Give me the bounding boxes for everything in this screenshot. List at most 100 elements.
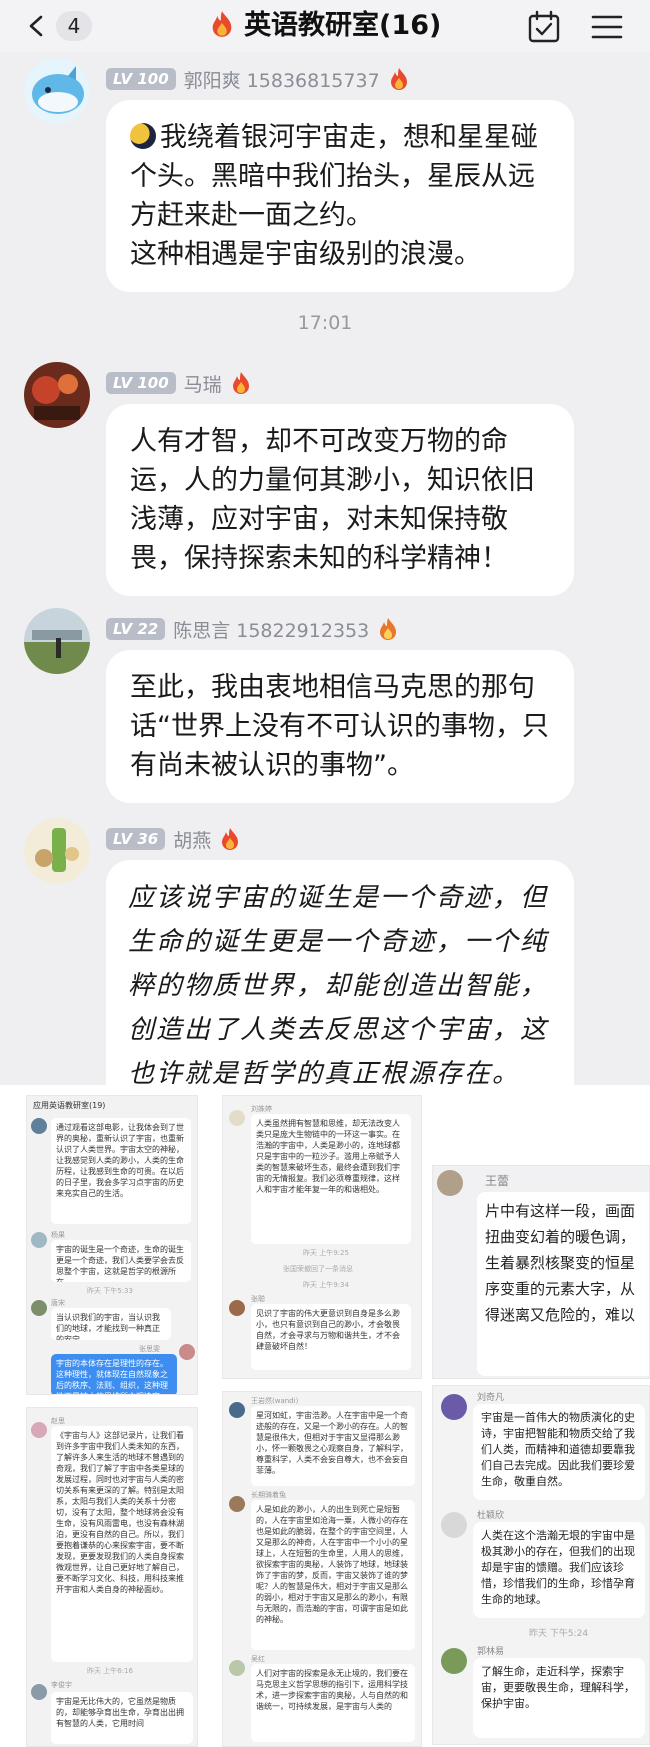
message-text: 至此，我由衷地相信马克思的那句话“世界上没有不可认识的事物，只有尚未被认识的事物…	[130, 672, 549, 781]
big-sender-name: 刘奇凡	[477, 1393, 505, 1403]
message-text: 我绕着银河宇宙走，想和星星碰个头。黑暗中我们抬头，星辰从远方赶来赴一面之约。 这…	[130, 122, 538, 270]
mini-sender-name: 长期骑着兔	[251, 1491, 286, 1499]
mini-bubble: 人类虽然拥有智慧和思维，却无法改变人类只是庞大生物链中的一环这一事实。在浩瀚的宇…	[251, 1114, 411, 1244]
menu-icon[interactable]	[590, 10, 624, 44]
sender-meta: LV 100 马瑞	[106, 370, 252, 396]
avatar	[179, 1344, 195, 1360]
avatar[interactable]	[24, 608, 90, 674]
big-sender-name: 王蕾	[485, 1174, 510, 1188]
big-sender-name: 杜颖欣	[477, 1511, 505, 1521]
flame-icon	[232, 372, 249, 394]
landscape-avatar-icon	[24, 608, 90, 674]
mini-sender-name: 杨果	[51, 1231, 65, 1239]
avatar	[31, 1118, 47, 1134]
screenshot-image[interactable]: 应用英语教研室(19) 通过观看这部电影，让我体会到了世界的奥秘，重新认识了宇宙…	[26, 1095, 198, 1395]
screenshot-image[interactable]: 赵思 《宇宙与人》这部记录片，让我们看到许多宇宙中我们人类未知的东西，了解许多人…	[26, 1407, 198, 1747]
flame-icon	[212, 11, 231, 37]
chevron-left-icon	[29, 15, 43, 37]
mini-bubble: 通过观看这部电影，让我体会到了世界的奥秘，重新认识了宇宙，也重新认识了人类世界。…	[51, 1118, 191, 1224]
mini-bubble: 人是如此的渺小，人的出生到死亡是短暂的，人在宇宙里如沧海一粟，人微小的存在也是如…	[251, 1500, 415, 1650]
flame-icon	[390, 68, 407, 90]
message-item: LV 100 郭阳爽 15836815737 我绕着银河宇宙走，想和星星碰个头。…	[0, 58, 650, 292]
sender-name[interactable]: 胡燕	[173, 826, 211, 853]
unread-count-badge: 4	[56, 11, 92, 41]
screenshot-image[interactable]: 刘奇凡 宇宙是一首伟大的物质演化的史诗，宇宙把智能和物质交给了我们人类，而精神和…	[432, 1385, 650, 1745]
mini-timestamp: 昨天 下午5:24	[529, 1629, 589, 1639]
plant-avatar-icon	[24, 818, 90, 884]
avatar	[229, 1496, 245, 1512]
mini-sender-name: 刘姝婷	[251, 1105, 272, 1113]
message-bubble[interactable]: 应该说宇宙的诞生是一个奇迹，但生命的诞生更是一个奇迹，一个纯粹的物质世界，却能创…	[106, 860, 574, 1112]
mini-bubble: 见识了宇宙的伟大更意识到自身是多么渺小，也只有意识到自己的渺小，才会敬畏自然，才…	[251, 1304, 411, 1370]
level-badge: LV 100	[106, 372, 176, 394]
big-bubble: 人类在这个浩瀚无垠的宇宙中是极其渺小的存在，但我们的出现却是宇宙的馈赠。我们应该…	[473, 1522, 645, 1618]
back-button[interactable]: 4	[26, 10, 98, 42]
mini-timestamp: 昨天 上午6:16	[87, 1667, 133, 1675]
mini-sender-name: 张聪	[251, 1295, 265, 1303]
avatar	[31, 1422, 47, 1438]
mini-sender-name: 张思雯	[139, 1345, 160, 1353]
mini-bubble: 当认识我们的宇宙，当认识我们的地球，才能找到一种真正的安宁。	[51, 1308, 171, 1340]
flower-avatar-icon	[24, 362, 90, 428]
big-bubble: 片中有这样一段，画面扭曲变幻着的暖色调，生着暴烈核聚变的恒星序变重的元素大字，从…	[477, 1192, 649, 1376]
sender-meta: LV 22 陈思言 15822912353	[106, 616, 399, 642]
dolphin-avatar-icon	[24, 58, 90, 124]
avatar	[229, 1660, 245, 1676]
mini-bubble: 宇宙的诞生是一个奇迹，生命的诞生更是一个奇迹，我们人类要学会去反思整个宇宙，这就…	[51, 1240, 191, 1282]
sender-meta: LV 36 胡燕	[106, 826, 241, 852]
avatar	[31, 1232, 47, 1248]
mini-bubble: 人们对宇宙的探索是永无止境的，我们要在马克思主义哲学思想的指引下，运用科学技术，…	[251, 1664, 415, 1742]
message-item: LV 22 陈思言 15822912353 至此，我由衷地相信马克思的那句话“世…	[0, 608, 650, 803]
avatar	[441, 1512, 467, 1538]
avatar	[229, 1110, 245, 1126]
level-badge: LV 100	[106, 68, 176, 90]
screenshot-collage: 应用英语教研室(19) 通过观看这部电影，让我体会到了世界的奥秘，重新认识了宇宙…	[0, 1085, 650, 1747]
avatar[interactable]	[24, 818, 90, 884]
chat-title: 英语教研室(16)	[150, 0, 500, 52]
mini-timestamp: 昨天 下午5:33	[87, 1287, 133, 1295]
avatar	[229, 1402, 245, 1418]
sender-name[interactable]: 郭阳爽 15836815737	[184, 66, 380, 93]
big-sender-name: 郭林易	[477, 1647, 505, 1657]
mini-chat-title: 应用英语教研室(19)	[33, 1101, 106, 1110]
mini-bubble: 宇宙是无比伟大的，它虽然是物质的，却能够孕育出生命，孕育出出拥有智慧的人类，它用…	[51, 1692, 193, 1744]
screenshot-image[interactable]: 王岩然(wandi) 星河如虹，宇宙浩渺。人在宇宙中是一个奇迹般的存在，又是一个…	[222, 1391, 422, 1747]
mini-timestamp: 昨天 上午9:25	[303, 1249, 349, 1257]
mini-bubble: 宇宙的本体存在是理性的存在。这种理性，就体现在自然现象之后的秩序、法则、组织，这…	[51, 1354, 177, 1394]
mini-sender-name: 王岩然(wandi)	[251, 1397, 299, 1405]
avatar	[229, 1300, 245, 1316]
sender-name[interactable]: 马瑞	[184, 370, 222, 397]
screenshot-image[interactable]: 刘姝婷 人类虽然拥有智慧和思维，却无法改变人类只是庞大生物链中的一环这一事实。在…	[222, 1095, 422, 1379]
message-bubble[interactable]: 至此，我由衷地相信马克思的那句话“世界上没有不可认识的事物，只有尚未被认识的事物…	[106, 650, 574, 803]
avatar	[441, 1394, 467, 1420]
chat-title-text: 英语教研室(16)	[244, 10, 442, 41]
mini-sender-name: 李俊宇	[51, 1681, 72, 1689]
mini-bubble: 《宇宙与人》这部记录片，让我们看到许多宇宙中我们人类未知的东西，了解许多人来生活…	[51, 1426, 193, 1662]
top-bar: 4 英语教研室(16)	[0, 0, 650, 52]
mini-sender-name: 吴红	[251, 1655, 265, 1663]
level-badge: LV 22	[106, 618, 166, 640]
message-bubble[interactable]: 人有才智，却不可改变万物的命运，人的力量何其渺小，知识依旧浅薄，应对宇宙，对未知…	[106, 404, 574, 596]
message-text: 人有才智，却不可改变万物的命运，人的力量何其渺小，知识依旧浅薄，应对宇宙，对未知…	[130, 426, 535, 574]
avatar	[31, 1300, 47, 1316]
message-item: LV 100 马瑞 人有才智，却不可改变万物的命运，人的力量何其渺小，知识依旧浅…	[0, 362, 650, 596]
avatar[interactable]	[24, 362, 90, 428]
avatar	[441, 1648, 467, 1674]
flame-icon	[380, 618, 397, 640]
mini-sender-name: 赵思	[51, 1417, 65, 1425]
big-bubble: 宇宙是一首伟大的物质演化的史诗，宇宙把智能和物质交给了我们人类，而精神和道德却要…	[473, 1404, 645, 1500]
screenshot-image[interactable]: 王蕾 片中有这样一段，画面扭曲变幻着的暖色调，生着暴烈核聚变的恒星序变重的元素大…	[432, 1165, 650, 1379]
mini-bubble: 星河如虹，宇宙浩渺。人在宇宙中是一个奇迹般的存在，又是一个渺小的存在。人的智慧是…	[251, 1406, 415, 1486]
avatar	[437, 1170, 463, 1196]
message-bubble[interactable]: 我绕着银河宇宙走，想和星星碰个头。黑暗中我们抬头，星辰从远方赶来赴一面之约。 这…	[106, 100, 574, 292]
calendar-check-icon[interactable]	[527, 10, 561, 44]
big-bubble: 了解生命，走近科学，探索宇宙，更要敬畏生命，理解科学，保护宇宙。	[473, 1658, 645, 1738]
level-badge: LV 36	[106, 828, 166, 850]
avatar[interactable]	[24, 58, 90, 124]
flame-icon	[222, 828, 239, 850]
message-item: LV 36 胡燕 应该说宇宙的诞生是一个奇迹，但生命的诞生更是一个奇迹，一个纯粹…	[0, 818, 650, 1112]
mini-timestamp: 昨天 上午9:34	[303, 1281, 349, 1289]
avatar	[31, 1684, 47, 1700]
message-text: 应该说宇宙的诞生是一个奇迹，但生命的诞生更是一个奇迹，一个纯粹的物质世界，却能创…	[128, 883, 549, 1089]
sender-name[interactable]: 陈思言 15822912353	[173, 616, 369, 643]
